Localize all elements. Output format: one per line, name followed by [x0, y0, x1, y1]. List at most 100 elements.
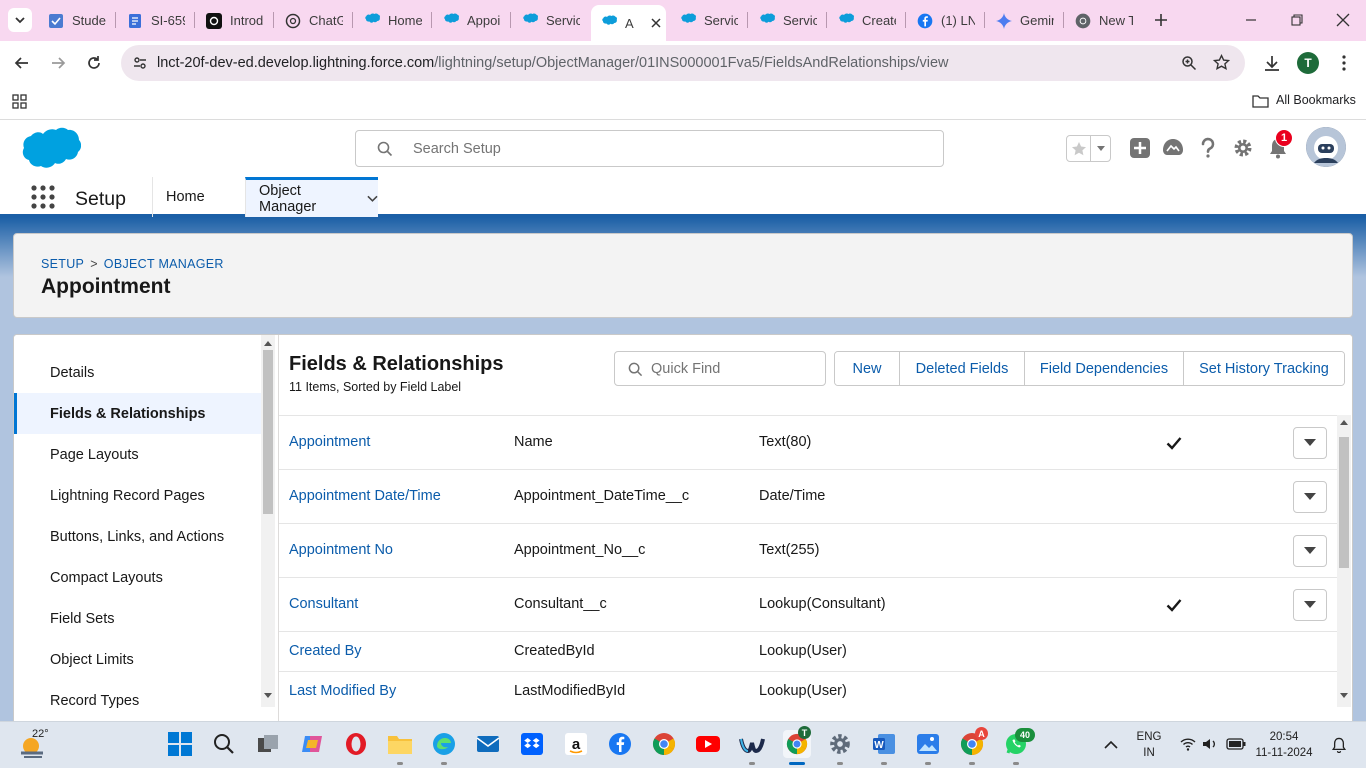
row-actions-button[interactable] — [1293, 535, 1327, 567]
taskbar-chrome[interactable] — [651, 731, 677, 757]
set-history-tracking-button[interactable]: Set History Tracking — [1184, 352, 1344, 385]
left-nav-item[interactable]: Details — [14, 352, 262, 393]
restore-button[interactable] — [1285, 8, 1309, 32]
breadcrumb-setup-link[interactable]: SETUP — [41, 257, 84, 271]
browser-tab[interactable]: Gemir — [986, 6, 1061, 35]
show-hidden-icons-button[interactable] — [1104, 740, 1118, 749]
search-icon — [628, 362, 643, 377]
taskbar-settings[interactable] — [827, 731, 853, 757]
help-button[interactable] — [1194, 134, 1222, 162]
taskbar-dropbox[interactable] — [519, 731, 545, 757]
left-nav-item[interactable]: Object Limits — [14, 639, 262, 680]
battery-icon[interactable] — [1226, 738, 1246, 750]
left-nav-item[interactable]: Lightning Record Pages — [14, 475, 262, 516]
salesforce-logo[interactable] — [17, 127, 81, 171]
apps-button[interactable] — [12, 94, 27, 109]
reload-button[interactable] — [82, 51, 106, 75]
browser-tab[interactable]: ChatG — [275, 6, 350, 35]
start-button[interactable] — [167, 731, 193, 757]
browser-menu-button[interactable] — [1332, 51, 1356, 75]
browser-tab[interactable]: Create — [828, 6, 903, 35]
browser-tab[interactable]: Home — [354, 6, 429, 35]
minimize-button[interactable] — [1239, 8, 1263, 32]
left-nav-item[interactable]: Fields & Relationships — [14, 393, 262, 434]
left-nav-scroll-thumb[interactable] — [263, 350, 273, 514]
browser-tab[interactable]: New T — [1065, 6, 1140, 35]
left-nav-item[interactable]: Buttons, Links, and Actions — [14, 516, 262, 557]
tab-search-button[interactable] — [8, 8, 32, 32]
forward-button[interactable] — [46, 51, 70, 75]
notification-center-button[interactable] — [1331, 737, 1347, 753]
taskbar-opera[interactable] — [343, 731, 369, 757]
browser-tab[interactable]: A — [591, 5, 666, 41]
browser-tab[interactable]: Servic — [749, 6, 824, 35]
browser-tab[interactable]: (1) LN — [907, 6, 982, 35]
taskbar-youtube[interactable] — [695, 731, 721, 757]
address-bar[interactable]: lnct-20f-dev-ed.develop.lightning.force.… — [121, 45, 1245, 81]
browser-tab[interactable]: Servic — [670, 6, 745, 35]
browser-tab[interactable]: Introd — [196, 6, 271, 35]
setup-gear-button[interactable] — [1229, 134, 1257, 162]
field-dependencies-button[interactable]: Field Dependencies — [1025, 352, 1184, 385]
row-actions-button[interactable] — [1293, 481, 1327, 513]
taskbar-photos[interactable] — [915, 731, 941, 757]
left-nav-item[interactable]: Record Types — [14, 680, 262, 721]
new-field-button[interactable]: New — [835, 352, 900, 385]
quick-find-input[interactable]: Quick Find — [614, 351, 826, 386]
breadcrumb-object-manager-link[interactable]: OBJECT MANAGER — [104, 257, 224, 271]
app-launcher-button[interactable] — [31, 185, 55, 209]
task-view-button[interactable] — [255, 731, 281, 757]
taskbar-edge[interactable] — [431, 731, 457, 757]
taskbar-file-explorer[interactable] — [387, 731, 413, 757]
nav-tab-home[interactable]: Home — [152, 177, 245, 217]
all-bookmarks-link[interactable]: All Bookmarks — [1276, 93, 1356, 107]
taskbar-facebook[interactable] — [607, 731, 633, 757]
browser-tab[interactable]: Servic — [512, 6, 587, 35]
global-actions-button[interactable] — [1126, 134, 1154, 162]
fields-table-scrollbar[interactable] — [1337, 415, 1351, 707]
language-region[interactable]: IN — [1134, 747, 1164, 759]
favorites-control[interactable] — [1066, 135, 1111, 162]
browser-tab[interactable]: SI-659 — [117, 6, 192, 35]
favorites-menu-button[interactable] — [1091, 136, 1110, 161]
fields-table-scroll-thumb[interactable] — [1339, 437, 1349, 568]
field-label-link[interactable]: Appointment — [289, 434, 370, 450]
browser-tab[interactable]: Appoi — [433, 6, 508, 35]
nav-tab-object-manager[interactable]: Object Manager — [245, 177, 378, 217]
taskbar-word[interactable]: W — [871, 731, 897, 757]
left-nav-scrollbar[interactable] — [261, 335, 275, 707]
left-nav-item[interactable]: Page Layouts — [14, 434, 262, 475]
field-label-link[interactable]: Consultant — [289, 596, 358, 612]
field-label-link[interactable]: Appointment No — [289, 542, 393, 558]
new-tab-button[interactable] — [1149, 8, 1173, 32]
taskbar-copilot[interactable] — [299, 731, 325, 757]
language-code[interactable]: ENG — [1134, 731, 1164, 743]
taskbar-amazon[interactable]: a — [563, 731, 589, 757]
favorites-star-button[interactable] — [1067, 136, 1091, 161]
clock-date[interactable]: 11-11-2024 — [1254, 747, 1314, 759]
volume-icon[interactable] — [1202, 737, 1218, 751]
deleted-fields-button[interactable]: Deleted Fields — [900, 352, 1025, 385]
field-label-link[interactable]: Last Modified By — [289, 683, 396, 699]
field-label-link[interactable]: Appointment Date/Time — [289, 488, 441, 504]
global-search[interactable]: Search Setup — [355, 130, 944, 167]
clock-time[interactable]: 20:54 — [1256, 731, 1312, 743]
browser-tab[interactable]: Studen — [38, 6, 113, 35]
trailhead-button[interactable] — [1159, 134, 1187, 162]
user-avatar[interactable] — [1306, 127, 1346, 167]
wifi-icon[interactable] — [1180, 737, 1196, 751]
taskbar-search-button[interactable] — [211, 731, 237, 757]
downloads-button[interactable] — [1260, 51, 1284, 75]
left-nav-item[interactable]: Field Sets — [14, 598, 262, 639]
left-nav-item[interactable]: Compact Layouts — [14, 557, 262, 598]
row-actions-button[interactable] — [1293, 589, 1327, 621]
taskbar-mail[interactable] — [475, 731, 501, 757]
taskbar-webex[interactable] — [739, 731, 765, 757]
field-label-link[interactable]: Created By — [289, 643, 362, 659]
row-actions-button[interactable] — [1293, 427, 1327, 459]
close-window-button[interactable] — [1331, 8, 1355, 32]
back-button[interactable] — [10, 51, 34, 75]
url-text[interactable]: lnct-20f-dev-ed.develop.lightning.force.… — [157, 55, 949, 71]
close-tab-button[interactable] — [651, 18, 661, 28]
profile-button[interactable]: T — [1296, 51, 1320, 75]
